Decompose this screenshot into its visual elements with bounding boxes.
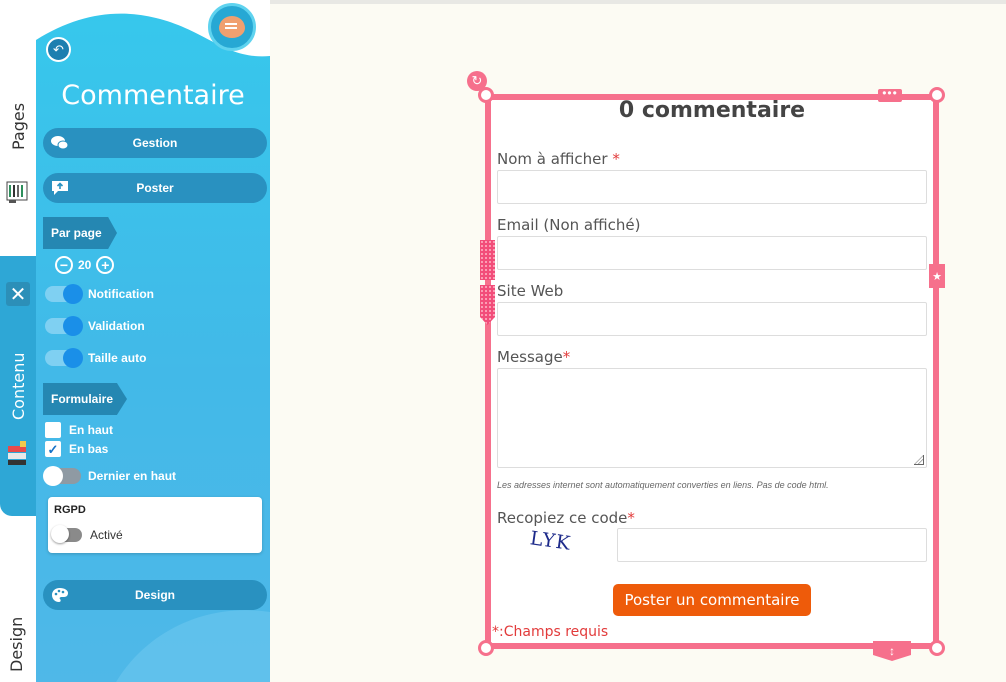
plus-icon[interactable]: + (96, 256, 115, 274)
rgpd-title: RGPD (54, 504, 86, 516)
notification-toggle-row[interactable]: Notification (45, 284, 154, 304)
taille-auto-toggle[interactable] (45, 348, 83, 368)
html-note: Les adresses internet sont automatiqueme… (497, 480, 829, 490)
anchor-tab-lower[interactable] (480, 285, 495, 325)
tab-pages[interactable]: Pages (9, 103, 28, 150)
captcha-field-label: Recopiez ce code* (497, 509, 635, 527)
back-arrow-icon[interactable]: ↶ (46, 37, 71, 62)
en-bas-checkbox[interactable]: ✓ (45, 441, 61, 457)
name-field-label: Nom à afficher * (497, 150, 620, 168)
star-icon[interactable]: ★ (929, 264, 945, 288)
per-page-value: 20 (78, 258, 92, 272)
panel-title: Commentaire (61, 80, 245, 111)
en-haut-label: En haut (69, 423, 113, 437)
dernier-en-haut-toggle[interactable] (43, 466, 81, 486)
captcha-input[interactable] (617, 528, 927, 562)
rgpd-toggle-label: Activé (90, 528, 123, 542)
captcha-label-text: Recopiez ce code (497, 509, 628, 527)
en-bas-label: En bas (69, 442, 109, 456)
gestion-label: Gestion (132, 136, 178, 150)
email-input[interactable] (497, 236, 927, 270)
dernier-en-haut-label: Dernier en haut (88, 469, 177, 483)
website-field-label: Site Web (497, 282, 564, 300)
post-comment-icon (51, 179, 69, 197)
taille-auto-label: Taille auto (88, 351, 147, 365)
tab-design[interactable]: Design (7, 617, 26, 672)
en-haut-option[interactable]: En haut (45, 422, 113, 438)
poster-button[interactable]: Poster (43, 173, 267, 203)
message-label-text: Message (497, 348, 563, 366)
comment-bubble-icon (208, 3, 256, 51)
design-button[interactable]: Design (43, 580, 267, 610)
email-field-label: Email (Non affiché) (497, 216, 641, 234)
en-bas-option[interactable]: ✓ En bas (45, 441, 108, 457)
message-field-label: Message* (497, 348, 570, 366)
content-blocks-icon (6, 440, 30, 466)
comment-count-title: 0 commentaire (618, 98, 806, 123)
notification-toggle[interactable] (45, 284, 83, 304)
required-marker: * (627, 509, 635, 527)
rgpd-card: RGPD Activé (48, 497, 262, 553)
taille-auto-toggle-row[interactable]: Taille auto (45, 348, 147, 368)
per-page-stepper: − 20 + (55, 256, 115, 274)
validation-toggle-row[interactable]: Validation (45, 316, 145, 336)
canvas-top-border (270, 0, 1006, 4)
minus-icon[interactable]: − (55, 256, 73, 274)
required-marker: * (562, 348, 571, 366)
par-page-tag: Par page (43, 217, 117, 249)
dernier-en-haut-toggle-row[interactable]: Dernier en haut (43, 466, 177, 486)
rgpd-toggle-row[interactable]: Activé (51, 525, 123, 543)
validation-label: Validation (88, 319, 145, 333)
poster-label: Poster (136, 181, 174, 195)
resize-handle-bottom-right[interactable] (929, 640, 945, 656)
tab-contenu[interactable]: Contenu (9, 353, 28, 421)
validation-toggle[interactable] (45, 316, 83, 336)
website-input[interactable] (497, 302, 927, 336)
name-input[interactable] (497, 170, 927, 204)
rgpd-toggle[interactable] (51, 525, 82, 543)
close-icon[interactable]: ✕ (6, 282, 30, 306)
required-fields-note: *:Champs requis (492, 624, 609, 640)
design-label: Design (134, 588, 175, 602)
required-marker: * (612, 150, 620, 168)
resize-handle-bottom-left[interactable] (478, 640, 494, 656)
message-textarea[interactable] (497, 368, 927, 468)
formulaire-tag: Formulaire (43, 383, 127, 415)
pages-icon (6, 180, 28, 204)
name-label-text: Nom à afficher (497, 150, 608, 168)
palette-icon (51, 586, 69, 604)
en-haut-checkbox[interactable] (45, 422, 61, 438)
chat-bubbles-icon (51, 134, 69, 152)
vertical-resize-icon[interactable]: ↕ (873, 641, 911, 661)
comment-settings-panel: ↶ Commentaire Gestion Poster Par page − … (36, 0, 270, 682)
anchor-tab-upper[interactable] (480, 240, 495, 280)
submit-comment-button[interactable]: Poster un commentaire (613, 584, 811, 616)
notification-label: Notification (88, 287, 154, 301)
gestion-button[interactable]: Gestion (43, 128, 267, 158)
rotate-icon[interactable]: ↻ (467, 71, 487, 91)
vertical-tab-bar: Pages ✕ Contenu Design (0, 0, 40, 682)
